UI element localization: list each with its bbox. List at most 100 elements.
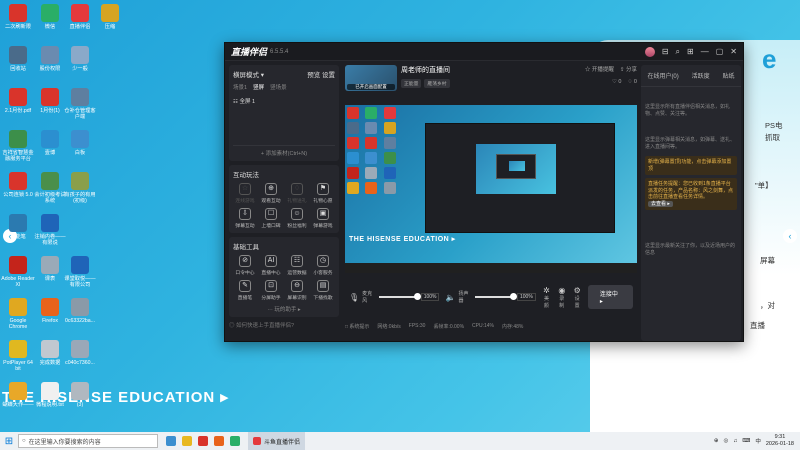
add-source-button[interactable]: + 添加素材(Ctrl+N) [233,145,335,157]
tool-button[interactable]: ▤ 下播找歌 [311,280,335,301]
tool-button[interactable]: ▣ 弹幕游戏 [311,208,335,229]
preview-link[interactable]: 预览 [307,72,320,79]
scene-item[interactable]: ☷ 全屏 1 [233,97,335,105]
tab-activity[interactable]: 活跃度 [692,71,710,80]
desktop-icon[interactable]: 课堂取悦——有限公司 [62,256,98,288]
cover-thumbnail[interactable]: 已开启画面配置 [345,65,397,91]
tool-button[interactable]: ♢ 礼物送礼 [285,183,309,204]
desktop-icon[interactable]: 吉祥省智慧金融服务平台 [0,130,36,162]
desktop-icon[interactable]: c040c7360... [62,340,98,366]
volume-icon[interactable]: ♫ [733,438,737,444]
desktop-icon[interactable]: 有孩子的有用(初级) [62,172,98,204]
stream-preview[interactable]: THE HISENSE EDUCATION ▸ [345,105,637,273]
file-explorer-icon[interactable] [182,436,192,446]
tray-icon[interactable]: ⊕ [714,438,719,444]
settings-button[interactable]: ⚙ 设置 [572,286,581,309]
room-title[interactable]: 周老师的直播间 [401,65,450,75]
settings-link[interactable]: 设置 [322,72,335,79]
maximize-button[interactable]: ▢ [716,47,724,56]
desktop-icon[interactable]: 智能笔 [0,214,36,240]
clock[interactable]: 9:31 2026-01-18 [766,434,794,448]
desktop-icon[interactable]: 2.1月份.pdf [0,88,36,114]
close-button[interactable]: ✕ [730,47,737,56]
desktop-icon[interactable]: 注销内卷——有限说 [32,214,68,246]
tool-button[interactable]: ⊕ 观看互动 [259,183,283,204]
tab-scene-1[interactable]: 场景1 [233,83,247,91]
mode-select[interactable]: 横屏模式 ▾ [233,69,264,79]
wechat-icon[interactable] [230,436,240,446]
record-button[interactable]: ◉ 录制 [557,286,566,309]
grid-icon[interactable]: ⊞ [687,47,694,56]
help-link[interactable]: ◎ 如何快速上手直播伴侣? [229,321,339,329]
tab-online-users[interactable]: 在线用户(0) [647,71,678,80]
chevron-left-icon[interactable]: ‹ [783,229,797,243]
search-placeholder: 在这里输入你要搜索的内容 [28,439,101,446]
desktop-icon[interactable]: Adobe Reader XI [0,256,36,288]
desktop-icon[interactable]: 0c63322ba... [62,298,98,324]
microphone-icon[interactable]: 🎙 [349,293,359,302]
desktop-icon[interactable]: 蝴蝶大作—— [0,382,36,408]
desktop-icon[interactable]: PotPlayer 64 bit [0,340,36,372]
tool-label: 分屏助手 [261,296,281,301]
desktop-icon[interactable]: 仓补仓管理客户端 [62,88,98,120]
tool-button[interactable]: ⊖ 屏幕识别 [285,280,309,301]
tag[interactable]: 正能量 [401,79,422,88]
tool-button[interactable]: ✎ 直播笔 [233,280,257,301]
tool-button[interactable]: ☆ 连线游戏 [233,183,257,204]
windows-start-icon[interactable]: ⊞ [0,436,18,447]
desktop-icon[interactable]: 公司连锁 5.0 [0,172,36,198]
tool-button[interactable]: ☐ 上墙口碑 [259,208,283,229]
app-icon [9,88,27,106]
tool-button[interactable]: AI 直播中心 [259,255,283,276]
system-tray: ⊕ ◎ ♫ ⌨ 中 9:31 2026-01-18 [714,434,800,448]
taskbar-active-app[interactable]: 斗鱼直播伴侣 [248,432,306,450]
desktop-icon[interactable]: 压缩 [92,4,128,30]
task-view-icon[interactable] [166,436,176,446]
message-icon[interactable]: ⊟ [662,47,669,56]
firefox-icon[interactable] [214,436,224,446]
tool-button[interactable]: ⇩ 弹幕互动 [233,208,257,229]
tab-portrait-scene[interactable]: 竖场景 [270,83,287,91]
tool-button[interactable]: ⊘ 口令中心 [233,255,257,276]
minimize-button[interactable]: — [701,47,709,56]
speaker-slider[interactable] [474,293,517,300]
tab-portrait[interactable]: 竖屏 [253,83,264,91]
wallpaper-text: ，对 [760,301,775,310]
desktop-icon-label: 压缩 [104,24,116,30]
search-box[interactable]: ○ 在这里输入你要搜索的内容 [18,434,158,448]
tool-button[interactable]: ⚑ 礼物心愿 [311,183,335,204]
desktop-icon-label: 仓补仓管理客户端 [64,108,96,120]
start-live-button[interactable]: 连接中 ▸ [587,285,633,309]
ime-indicator[interactable]: 中 [755,437,761,445]
tool-button[interactable]: ☷ 运营数据 [285,255,309,276]
tool-button[interactable]: ☺ 粉丝福利 [285,208,309,229]
desktop-icon[interactable]: 少一般 [62,46,98,72]
beauty-button[interactable]: ✲ 美颜 [542,286,551,309]
live-reminder-button[interactable]: ☆ 开播提醒 [585,65,614,73]
avatar[interactable] [644,46,655,57]
desktop-icon[interactable]: Google Chrome [0,298,36,330]
tool-button[interactable]: ⊡ 分屏助手 [259,280,283,301]
tag[interactable]: 雁荡乡村 [424,79,450,88]
tray-icon[interactable]: ◎ [723,438,728,444]
desktop-icon[interactable]: 白板 [62,130,98,156]
search-icon[interactable]: ⌕ [676,47,680,57]
desktop-icon[interactable]: 二次刷新限 [0,4,36,30]
app-icon [41,382,59,400]
app-icon[interactable] [198,436,208,446]
tab-stickers[interactable]: 贴纸 [723,71,735,80]
desktop-icon[interactable]: (3) [62,382,98,408]
speaker-icon[interactable]: 🔈 [445,293,455,302]
status-item[interactable]: □ 系统提示 [345,323,369,330]
share-button[interactable]: ⇪ 分享 [620,65,637,73]
wallpaper-text: PS电 [765,121,783,130]
more-tools-button[interactable]: ··· 玩的助手 ▸ [233,305,335,313]
keyboard-icon[interactable]: ⌨ [742,438,750,444]
tool-button[interactable]: ◷ 小客服务 [311,255,335,276]
desktop-icon[interactable]: 回收站 [0,46,36,72]
tool-label: 礼物心愿 [313,199,333,204]
mic-slider[interactable] [378,293,421,300]
titlebar: 直播伴侣 6.5.5.4 ⊟ ⌕ ⊞ — ▢ ✕ [225,43,743,61]
view-task-button[interactable]: 去查看 ▸ [648,200,673,207]
interactive-card: 互动玩法 ☆ 连线游戏 ⊕ 观看互动 ♢ 礼物送礼 ⚑ 礼物心愿 ⇩ 弹幕互动 ☐ 上墙口碑 ☺ 粉丝福利… [229,165,339,233]
